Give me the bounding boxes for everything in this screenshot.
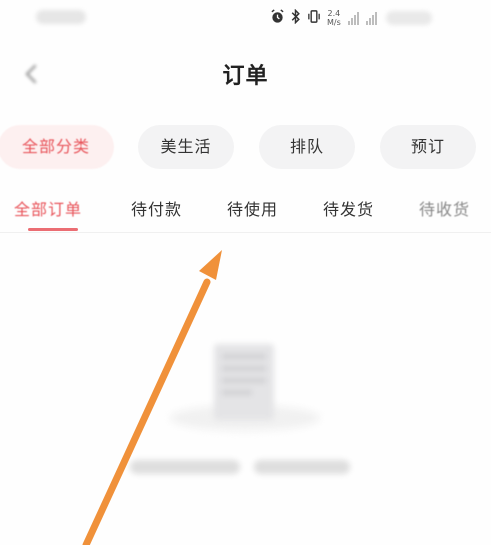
chip-mei-shenghuo[interactable]: 美生活	[138, 125, 234, 169]
tab-pending-shipment[interactable]: 待发货	[323, 196, 374, 220]
category-filter-bar: 全部分类 美生活 排队 预订	[0, 125, 491, 169]
document-icon	[206, 340, 282, 424]
tab-pending-receipt[interactable]: 待收货	[419, 196, 470, 220]
empty-state-message-blurred	[130, 460, 350, 474]
alarm-icon	[270, 9, 285, 27]
chip-all-categories[interactable]: 全部分类	[0, 125, 114, 169]
status-bar: 2.4 M/s	[0, 0, 491, 36]
network-speed-unit: M/s	[327, 18, 341, 27]
orders-screen: 2.4 M/s 订单 全部分类 美生活 排队 预订 全部订单 待付款 待使用 待…	[0, 0, 491, 545]
bluetooth-icon	[290, 8, 301, 27]
battery-icon-blurred	[385, 11, 432, 25]
order-status-tabs: 全部订单 待付款 待使用 待发货 待收货	[0, 190, 491, 232]
signal-icon	[347, 11, 359, 25]
network-speed-value: 2.4	[327, 9, 341, 18]
tab-pending-use[interactable]: 待使用	[227, 196, 278, 220]
page-title: 订单	[222, 64, 269, 89]
signal-icon-2	[365, 11, 377, 25]
tab-pending-payment[interactable]: 待付款	[131, 196, 182, 220]
chip-queue[interactable]: 排队	[259, 125, 355, 169]
vibrate-icon	[306, 9, 322, 27]
status-icons: 2.4 M/s	[270, 6, 432, 30]
chip-reservation[interactable]: 预订	[380, 125, 476, 169]
active-tab-indicator	[28, 228, 78, 231]
tab-all-orders[interactable]: 全部订单	[14, 196, 82, 220]
status-time-blurred	[36, 10, 86, 24]
tabs-divider	[0, 232, 491, 233]
network-speed: 2.4 M/s	[327, 9, 341, 27]
